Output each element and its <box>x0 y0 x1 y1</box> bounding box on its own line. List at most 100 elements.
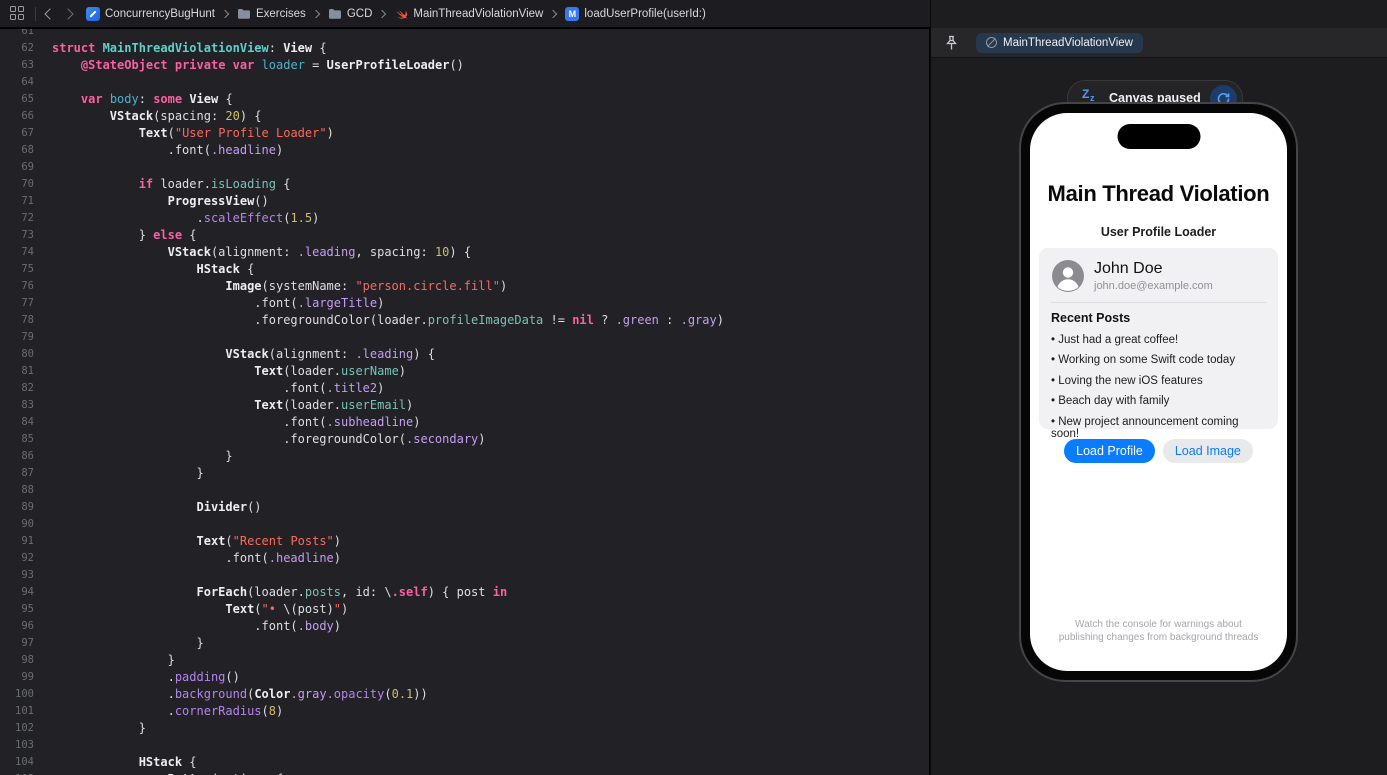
code-text: HStack { <box>196 262 255 276</box>
code-line: 77 .font(.largeTitle) <box>0 295 929 312</box>
line-number: 95 <box>21 603 34 615</box>
code-line: 84 .font(.subheadline) <box>0 414 929 431</box>
breadcrumb-separator-icon <box>549 9 558 18</box>
canvas-header: MainThreadViolationView <box>931 28 1387 58</box>
code-text: } <box>52 653 175 667</box>
line-number: 83 <box>21 399 34 411</box>
swift-icon <box>394 7 408 21</box>
iphone-preview-frame: Main Thread Violation User Profile Loade… <box>1019 102 1298 682</box>
dynamic-island <box>1117 124 1200 149</box>
breadcrumb-item-exercises[interactable]: Exercises <box>237 7 306 21</box>
code-text: } <box>52 721 146 735</box>
breadcrumb: ConcurrencyBugHunt Exercises GCD MainThr… <box>86 6 706 21</box>
code-line: 88 <box>0 482 929 499</box>
code-line: 95 Text("• \(post)") <box>0 601 929 618</box>
code-line: 64 <box>0 74 929 91</box>
code-text: ProgressView() <box>167 194 269 208</box>
code-line: 89 Divider() <box>0 499 929 516</box>
load-image-button[interactable]: Load Image <box>1162 439 1253 463</box>
breadcrumb-item-method[interactable]: M loadUserProfile(userId:) <box>565 6 706 21</box>
back-chevron-icon[interactable] <box>44 7 56 20</box>
line-number: 77 <box>21 297 34 309</box>
user-row: John Doe john.doe@example.com <box>1051 259 1266 293</box>
line-number: 75 <box>21 263 34 275</box>
code-line: 66 VStack(spacing: 20) { <box>0 108 929 125</box>
line-number: 62 <box>21 42 34 54</box>
line-number: 64 <box>21 76 34 88</box>
code-text: Text("User Profile Loader") <box>138 126 334 140</box>
code-text: VStack(alignment: .leading) { <box>225 347 435 361</box>
breadcrumb-separator-icon <box>220 9 230 18</box>
code-line: 103 <box>0 737 929 754</box>
preview-tab[interactable]: MainThreadViolationView <box>976 32 1143 53</box>
code-text: } <box>52 449 233 463</box>
code-text: struct MainThreadViolationView: View { <box>52 41 327 55</box>
line-number: 61 <box>21 29 34 37</box>
code-line: 63 @StateObject private var loader = Use… <box>0 57 929 74</box>
code-text: Button(action: { <box>40 771 284 775</box>
line-number: 72 <box>21 212 34 224</box>
code-text: .font(.largeTitle) <box>52 296 385 310</box>
code-text: .scaleEffect(1.5) <box>52 211 320 225</box>
line-number: 70 <box>21 178 34 190</box>
code-text: .font(.subheadline) <box>52 415 421 429</box>
iphone-screen: Main Thread Violation User Profile Loade… <box>1030 113 1287 671</box>
line-number: 104 <box>15 756 34 768</box>
pin-icon[interactable] <box>945 35 958 51</box>
line-number: 74 <box>21 246 34 258</box>
breadcrumb-item-gcd[interactable]: GCD <box>328 7 373 21</box>
code-text: .cornerRadius(8) <box>52 704 284 718</box>
code-line: 98 } <box>0 652 929 669</box>
user-email: john.doe@example.com <box>1094 280 1213 292</box>
code-line: 75 HStack { <box>0 261 929 278</box>
code-line: 91 Text("Recent Posts") <box>0 533 929 550</box>
breadcrumb-label: Exercises <box>255 7 306 20</box>
code-text: ForEach(loader.posts, id: \.self) { post… <box>196 585 508 599</box>
code-line: 67 Text("User Profile Loader") <box>0 125 929 142</box>
related-items-grid-icon[interactable] <box>10 6 25 21</box>
code-line: 79 <box>0 329 929 346</box>
code-line: 80 VStack(alignment: .leading) { <box>0 346 929 363</box>
code-line: 101 .cornerRadius(8) <box>0 703 929 720</box>
line-number: 80 <box>21 348 34 360</box>
code-editor[interactable]: 61 62 struct MainThreadViolationView: View… <box>0 29 929 775</box>
folder-icon <box>237 7 251 21</box>
line-number: 96 <box>21 620 34 632</box>
code-line: 85 .foregroundColor(.secondary) <box>0 431 929 448</box>
line-number: 87 <box>21 467 34 479</box>
code-text: .font(.headline) <box>52 143 284 157</box>
code-lines: 61 62 struct MainThreadViolationView: View… <box>0 29 929 775</box>
code-line: 62 struct MainThreadViolationView: View { <box>0 40 929 57</box>
code-text: .font(.headline) <box>52 551 342 565</box>
preview-footer-note: Watch the console for warnings about pub… <box>1058 619 1259 643</box>
breadcrumb-label: GCD <box>346 7 373 20</box>
line-number: 90 <box>21 518 34 530</box>
breadcrumb-item-view-file[interactable]: MainThreadViolationView <box>394 7 543 21</box>
line-number: 94 <box>21 586 34 598</box>
load-profile-button[interactable]: Load Profile <box>1064 439 1155 463</box>
code-line: 68 .font(.headline) <box>0 142 929 159</box>
code-line: 100 .background(Color.gray.opacity(0.1)) <box>0 686 929 703</box>
code-text: } <box>52 466 204 480</box>
forward-chevron-icon[interactable] <box>62 7 74 20</box>
code-text: } else { <box>52 228 197 242</box>
line-number: 68 <box>21 144 34 156</box>
code-text: .font(.body) <box>52 619 341 633</box>
breadcrumb-item-project[interactable]: ConcurrencyBugHunt <box>86 6 215 21</box>
code-text: if loader.isLoading { <box>138 177 291 191</box>
code-line: 87 } <box>0 465 929 482</box>
code-line: 92 .font(.headline) <box>0 550 929 567</box>
breadcrumb-separator-icon <box>378 9 387 18</box>
line-number: 71 <box>21 195 34 207</box>
user-name: John Doe <box>1094 260 1163 277</box>
post-item: • Working on some Swift code today <box>1051 354 1236 366</box>
post-item: • Loving the new iOS features <box>1051 374 1203 387</box>
line-number: 73 <box>21 229 34 241</box>
code-line: 90 <box>0 516 929 533</box>
